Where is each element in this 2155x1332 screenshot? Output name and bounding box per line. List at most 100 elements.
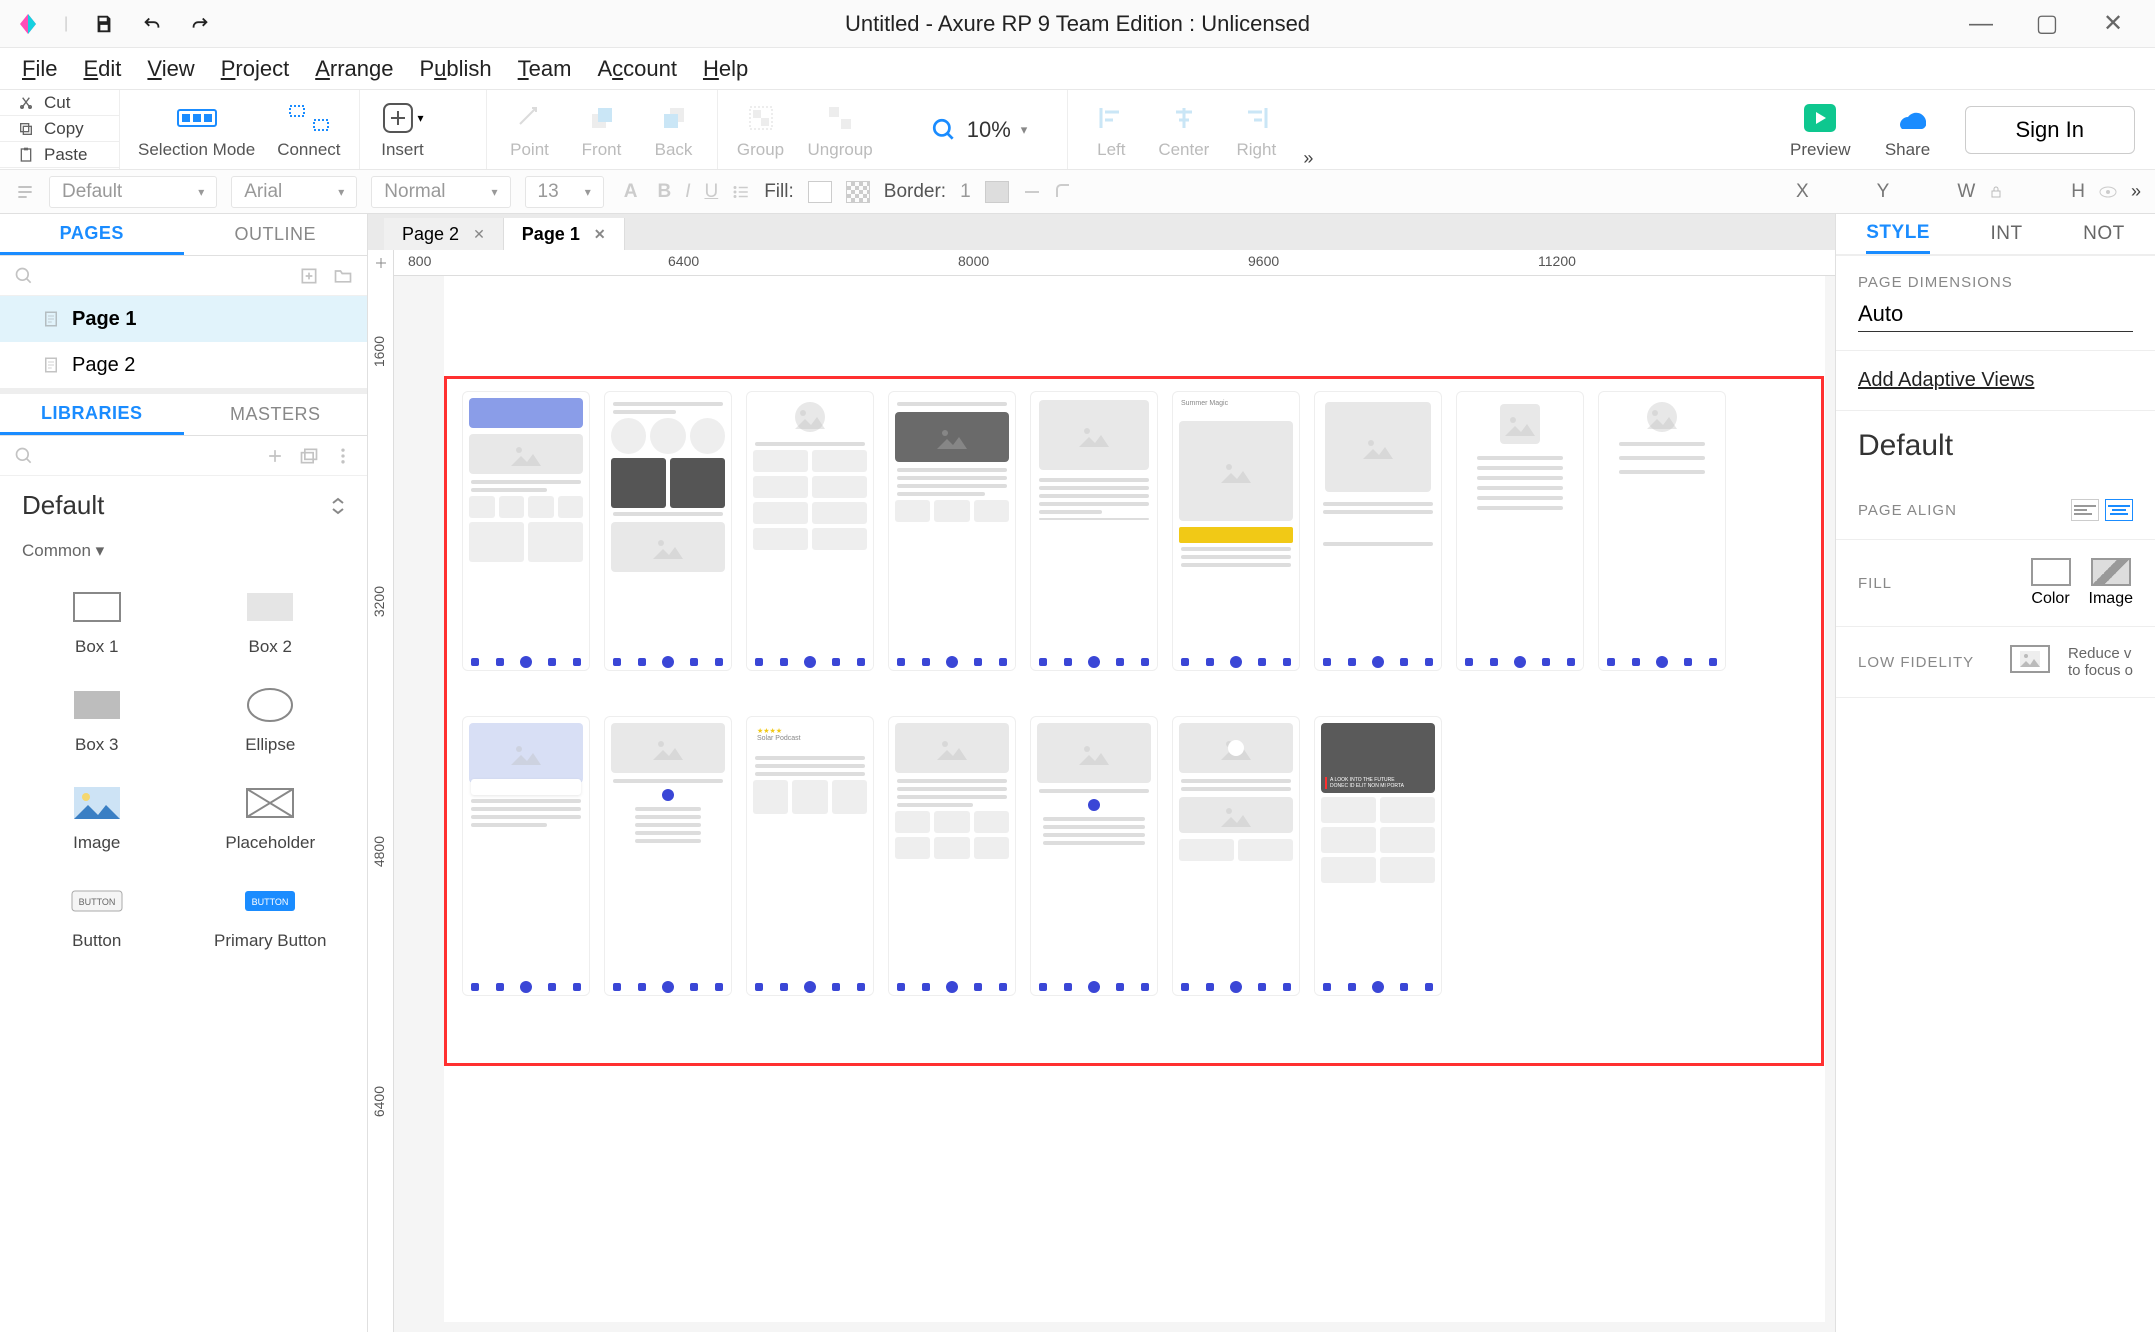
tab-libraries[interactable]: LIBRARIES [0,394,184,435]
wireframe-mockup[interactable] [888,391,1016,671]
wireframe-mockup[interactable]: Summer Magic [1172,391,1300,671]
add-page-icon[interactable] [299,266,319,286]
search-icon[interactable] [14,266,34,286]
border-style-icon[interactable] [1023,183,1041,201]
page-align-left[interactable] [2071,499,2099,521]
menu-view[interactable]: View [147,56,194,82]
menu-arrange[interactable]: Arrange [315,56,393,82]
search-icon[interactable] [14,446,34,466]
underline-icon[interactable]: U [704,181,718,203]
minimize-icon[interactable]: — [1967,10,1995,38]
wireframe-mockup[interactable] [604,391,732,671]
wireframe-mockup[interactable]: ★★★★Solar Podcast [746,716,874,996]
stack-icon[interactable] [299,446,319,466]
wireframe-mockup[interactable] [462,716,590,996]
close-icon[interactable]: ✕ [594,226,606,243]
ruler-corner[interactable] [368,250,394,276]
italic-icon[interactable]: I [685,181,690,203]
wireframe-mockup[interactable] [604,716,732,996]
shape-box3[interactable]: Box 3 [10,671,184,769]
lock-icon[interactable] [1989,185,2003,199]
page-item[interactable]: Page 2 [0,342,367,388]
zoom-control[interactable]: 10% ▾ [931,117,1028,143]
canvas[interactable]: Summer Magic ★★★★Solar Podcast A LOOK INT… [394,276,1835,1332]
wireframe-mockup[interactable]: A LOOK INTO THE FUTUREDONEC ID ELIT NON … [1314,716,1442,996]
menu-publish[interactable]: Publish [419,56,491,82]
tab-notes[interactable]: NOT [2083,214,2125,254]
tab-interactions[interactable]: INT [1991,214,2023,254]
overflow-icon[interactable]: » [1303,148,1313,169]
selection-mode-button[interactable]: Selection Mode [138,90,255,169]
menu-project[interactable]: Project [221,56,289,82]
wireframe-mockup[interactable] [1030,716,1158,996]
border-color-swatch[interactable] [985,181,1009,203]
doc-tab[interactable]: Page 2✕ [384,218,504,250]
connect-button[interactable]: Connect [277,90,340,169]
wireframe-mockup[interactable] [888,716,1016,996]
redo-icon[interactable] [188,12,212,36]
preview-button[interactable]: Preview [1790,100,1850,160]
page-item[interactable]: Page 1 [0,296,367,342]
fill-image-swatch[interactable] [846,181,870,203]
visibility-icon[interactable] [2099,185,2117,199]
size-dropdown[interactable]: 13▾ [525,176,604,208]
close-icon[interactable]: ✕ [2099,10,2127,38]
insert-button[interactable]: ▾ Insert [378,90,428,169]
border-corner-icon[interactable] [1055,183,1073,201]
wireframe-mockup[interactable] [1172,716,1300,996]
maximize-icon[interactable]: ▢ [2033,10,2061,38]
paste-button[interactable]: Paste [0,142,119,168]
style-dropdown[interactable]: Default▾ [49,176,217,208]
close-icon[interactable]: ✕ [473,226,485,243]
tab-outline[interactable]: OUTLINE [184,214,368,255]
shape-primary-button[interactable]: BUTTONPrimary Button [184,867,358,965]
shape-placeholder[interactable]: Placeholder [184,769,358,867]
wireframe-mockup[interactable] [1314,391,1442,671]
bullets-icon[interactable] [732,183,750,201]
more-icon[interactable] [333,446,353,466]
menu-account[interactable]: Account [597,56,677,82]
tab-pages[interactable]: PAGES [0,214,184,255]
undo-icon[interactable] [140,12,164,36]
chevron-down-icon[interactable]: ▾ [1021,122,1028,138]
fill-swatch[interactable] [808,181,832,203]
menu-file[interactable]: File [22,56,57,82]
cut-button[interactable]: Cut [0,90,119,116]
folder-icon[interactable] [333,266,353,286]
dimensions-dropdown[interactable]: Auto [1858,301,2133,332]
menu-edit[interactable]: Edit [83,56,121,82]
stylebar-overflow-icon[interactable]: » [2131,181,2141,202]
text-color-icon[interactable]: A [618,181,644,203]
adaptive-views-link[interactable]: Add Adaptive Views [1858,369,2034,391]
tab-style[interactable]: STYLE [1866,214,1930,254]
library-dropdown[interactable]: Default [0,476,367,535]
shape-ellipse[interactable]: Ellipse [184,671,358,769]
save-icon[interactable] [92,12,116,36]
fill-image-option[interactable]: Image [2089,558,2133,608]
menu-help[interactable]: Help [703,56,748,82]
stylebar: Default▾ Arial▾ Normal▾ 13▾ A B I U Fill… [0,170,2155,214]
weight-dropdown[interactable]: Normal▾ [371,176,510,208]
fill-color-option[interactable]: Color [2031,558,2071,608]
signin-button[interactable]: Sign In [1965,106,2136,154]
border-value[interactable]: 1 [960,181,971,203]
copy-button[interactable]: Copy [0,116,119,142]
shape-box1[interactable]: Box 1 [10,573,184,671]
font-dropdown[interactable]: Arial▾ [231,176,357,208]
wireframe-mockup[interactable] [1598,391,1726,671]
wireframe-mockup[interactable] [462,391,590,671]
tab-masters[interactable]: MASTERS [184,394,368,435]
doc-tab[interactable]: Page 1✕ [504,218,625,250]
page-align-center[interactable] [2105,499,2133,521]
bold-icon[interactable]: B [657,181,671,203]
shape-image[interactable]: Image [10,769,184,867]
shape-button[interactable]: BUTTONButton [10,867,184,965]
share-button[interactable]: Share [1883,100,1933,160]
wireframe-mockup[interactable] [1030,391,1158,671]
shape-box2[interactable]: Box 2 [184,573,358,671]
plus-icon[interactable] [265,446,285,466]
menu-team[interactable]: Team [518,56,572,82]
wireframe-mockup[interactable] [1456,391,1584,671]
wireframe-mockup[interactable] [746,391,874,671]
library-section[interactable]: Common ▾ [0,535,367,573]
